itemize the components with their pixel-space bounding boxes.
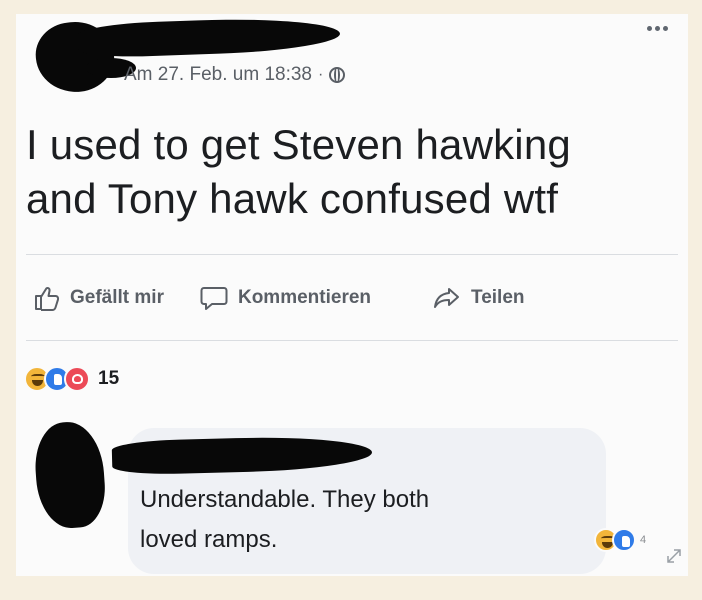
post-card: Am 27. Feb. um 18:38 · I used to get Ste… xyxy=(16,14,688,576)
post-body: I used to get Steven hawking and Tony ha… xyxy=(26,118,676,226)
post-timestamp[interactable]: Am 27. Feb. um 18:38 · xyxy=(124,64,346,86)
thumbs-up-icon xyxy=(35,286,60,311)
love-reaction-icon xyxy=(64,366,90,392)
like-label[interactable]: Gefällt mir xyxy=(70,287,164,309)
reaction-summary[interactable]: 15 xyxy=(24,366,119,392)
comment-reaction-summary[interactable]: 4 xyxy=(594,528,646,552)
comment-body: Understandable. They both loved ramps. xyxy=(140,480,580,560)
more-options-button[interactable] xyxy=(640,20,674,36)
divider xyxy=(26,340,678,341)
timestamp-separator: · xyxy=(318,66,324,83)
commenter-avatar-redacted[interactable] xyxy=(32,419,108,531)
expand-icon[interactable] xyxy=(662,544,686,568)
post-action-bar: Gefällt mir Kommentieren Teilen xyxy=(34,276,674,320)
divider xyxy=(26,254,678,255)
comment-text-line-2: loved ramps. xyxy=(140,526,278,553)
post-text-line-2: and Tony hawk confused wtf xyxy=(26,175,559,222)
reaction-count[interactable]: 15 xyxy=(98,368,119,390)
like-reaction-icon xyxy=(612,528,636,552)
author-name-redacted[interactable] xyxy=(77,15,341,59)
more-options-dot xyxy=(654,25,660,31)
comment-reaction-count[interactable]: 4 xyxy=(640,534,646,546)
expand-arrows-icon xyxy=(667,549,681,563)
comment-button[interactable]: Kommentieren xyxy=(200,285,371,311)
share-button[interactable]: Teilen xyxy=(433,285,525,311)
globe-icon xyxy=(329,67,346,83)
share-icon xyxy=(434,288,460,308)
like-button[interactable]: Gefällt mir xyxy=(34,285,164,311)
comment-icon xyxy=(200,287,228,310)
share-label[interactable]: Teilen xyxy=(471,287,525,309)
more-options-icon xyxy=(646,25,652,31)
timestamp-text[interactable]: Am 27. Feb. um 18:38 xyxy=(124,64,312,86)
comment-label[interactable]: Kommentieren xyxy=(238,287,371,309)
more-options-dot xyxy=(662,25,668,31)
post-text-line-1: I used to get Steven hawking xyxy=(26,121,571,168)
comment-text-line-1: Understandable. They both xyxy=(140,486,430,513)
